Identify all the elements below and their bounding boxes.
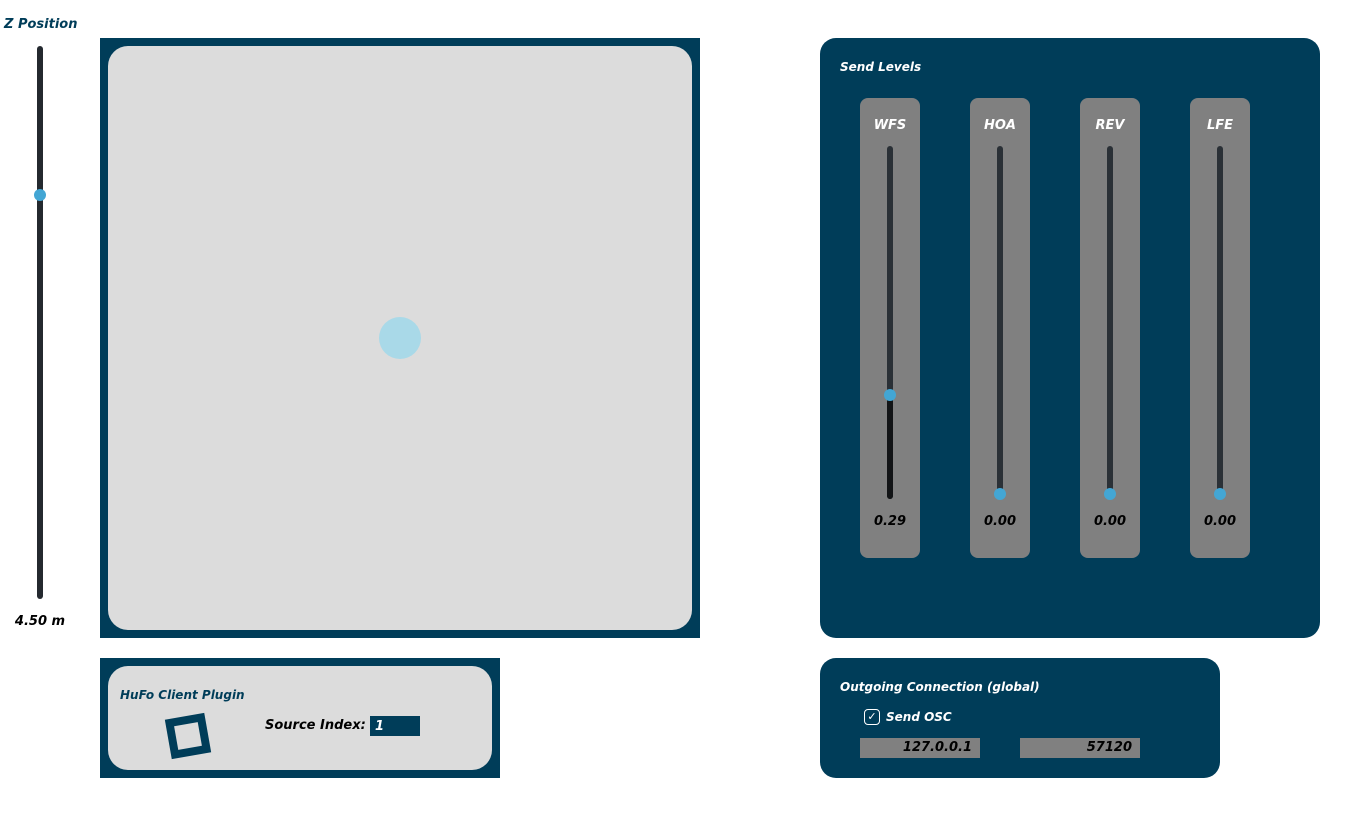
send-levels-title: Send Levels xyxy=(840,60,922,74)
channel-value: 0.00 xyxy=(983,514,1017,529)
plugin-title: HuFo Client Plugin xyxy=(120,688,245,702)
level-slider-track[interactable] xyxy=(1217,146,1223,499)
outgoing-connection-title: Outgoing Connection (global) xyxy=(840,680,1040,694)
outgoing-connection-panel: Outgoing Connection (global) ✓ Send OSC … xyxy=(820,658,1220,778)
level-slider-thumb[interactable] xyxy=(1104,488,1116,500)
level-slider-thumb[interactable] xyxy=(994,488,1006,500)
ip-address-field[interactable]: 127.0.0.1 xyxy=(860,738,980,758)
plugin-panel: HuFo Client Plugin Source Index: xyxy=(100,658,500,778)
channel-strip-rev: REV 0.00 xyxy=(1080,98,1140,558)
level-slider-thumb[interactable] xyxy=(1214,488,1226,500)
send-osc-label[interactable]: Send OSC xyxy=(886,710,952,724)
channel-strip-wfs: WFS 0.29 xyxy=(860,98,920,558)
channel-label: HOA xyxy=(984,118,1016,133)
channel-strip-hoa: HOA 0.00 xyxy=(970,98,1030,558)
level-slider-fill xyxy=(887,394,893,499)
channel-label: WFS xyxy=(873,118,907,133)
xy-pad[interactable] xyxy=(108,46,692,630)
level-slider-thumb[interactable] xyxy=(884,388,896,401)
port-field[interactable]: 57120 xyxy=(1020,738,1140,758)
channel-strip-lfe: LFE 0.00 xyxy=(1190,98,1250,558)
channel-value: 0.00 xyxy=(1203,514,1237,529)
z-position-slider-track[interactable] xyxy=(37,46,43,599)
channel-label: REV xyxy=(1095,118,1125,133)
send-levels-panel: Send Levels WFS 0.29 HOA 0.00 REV 0.00 L… xyxy=(820,38,1320,638)
channel-value: 0.29 xyxy=(873,514,907,529)
plugin-panel-inner: HuFo Client Plugin Source Index: xyxy=(108,666,492,770)
level-slider-track[interactable] xyxy=(1107,146,1113,499)
source-index-label: Source Index: xyxy=(265,718,366,733)
sound-source-handle[interactable] xyxy=(379,317,421,359)
xy-pad-frame xyxy=(100,38,700,638)
z-position-title: Z Position xyxy=(4,17,78,32)
send-osc-checkbox[interactable]: ✓ xyxy=(864,709,880,725)
channel-value: 0.00 xyxy=(1093,514,1127,529)
z-position-slider-thumb[interactable] xyxy=(34,189,46,202)
channel-label: LFE xyxy=(1206,118,1234,133)
hufo-logo-icon xyxy=(164,712,212,760)
level-slider-track[interactable] xyxy=(997,146,1003,499)
source-index-input[interactable] xyxy=(370,716,420,736)
z-position-value: 4.50 m xyxy=(14,614,66,629)
